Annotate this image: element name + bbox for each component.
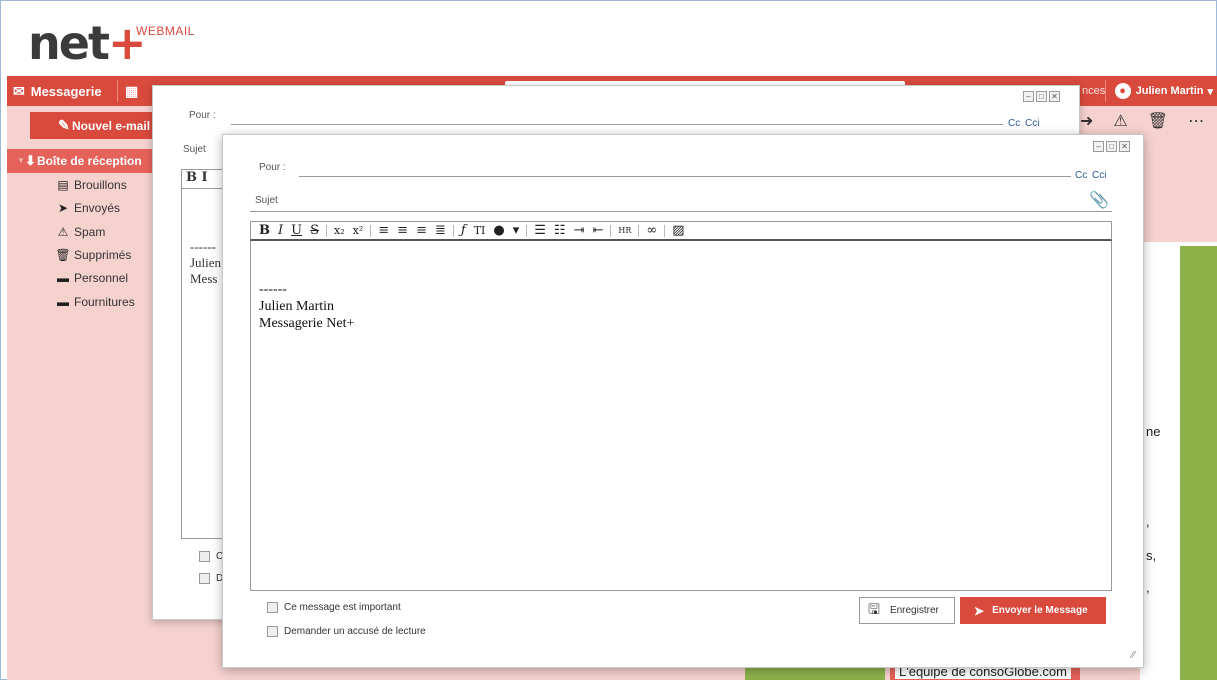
nav-preferences-link[interactable]: nces — [1082, 76, 1105, 106]
sidebar-item-inbox[interactable]: ▼ ⬇ Boîte de réception — [7, 149, 162, 173]
envelope-icon: ✉ — [13, 82, 25, 99]
minimize-icon[interactable]: – — [1093, 141, 1104, 152]
forward-icon[interactable]: ➜ — [1080, 111, 1093, 131]
numbered-list-icon[interactable]: ☷ — [554, 223, 566, 238]
subject-input[interactable] — [250, 211, 1112, 212]
text-color-icon[interactable]: ● — [493, 223, 504, 238]
superscript-icon[interactable]: x² — [353, 224, 364, 237]
folder-icon: ▬ — [57, 271, 69, 285]
align-center-icon[interactable]: ≡ — [397, 223, 408, 238]
signature-name: Julien Martin — [259, 299, 335, 314]
draft-icon: ▤ — [57, 178, 69, 192]
to-label: Pour : — [259, 162, 286, 173]
window-controls: – □ ✕ — [1093, 141, 1130, 152]
message-text-fragment: , — [1146, 514, 1150, 529]
pen-icon: ✎ — [58, 117, 70, 133]
link-icon[interactable]: ∞ — [646, 223, 657, 238]
folder-icon: ▬ — [57, 295, 69, 309]
horizontal-rule-icon[interactable]: HR — [618, 226, 631, 235]
save-icon: 🖫 — [868, 600, 880, 617]
nav-divider — [1105, 80, 1106, 102]
close-icon[interactable]: ✕ — [1119, 141, 1130, 152]
resize-handle-icon[interactable]: ⁄⁄ — [1132, 650, 1135, 661]
spam-icon[interactable]: ⚠ — [1113, 111, 1127, 131]
important-checkbox[interactable]: C — [199, 551, 223, 562]
send-icon: ➤ — [974, 603, 985, 618]
cc-link[interactable]: Cc — [1008, 118, 1020, 129]
message-text-fragment: ne — [1146, 424, 1161, 439]
inbox-icon: ⬇ — [25, 153, 36, 168]
bcc-link[interactable]: Cci — [1092, 170, 1106, 181]
window-controls: – □ ✕ — [1023, 91, 1060, 102]
newsletter-green-band — [1180, 246, 1217, 680]
logo-wordmark: net+ — [28, 16, 146, 70]
trash-icon[interactable]: 🗑 — [1148, 111, 1168, 131]
nav-tab-messagerie[interactable]: ✉ Messagerie — [13, 76, 102, 106]
sidebar-item-personnel[interactable]: ▬ Personnel — [55, 268, 128, 288]
calendar-icon: ▦ — [125, 82, 139, 99]
cc-link[interactable]: Cc — [1075, 170, 1087, 181]
read-receipt-checkbox[interactable]: D — [199, 573, 223, 584]
maximize-icon[interactable]: □ — [1106, 141, 1117, 152]
outdent-icon[interactable]: ⇤ — [592, 223, 603, 238]
message-toolbar: ➜ ⚠ 🗑 ⋯ — [1070, 108, 1214, 134]
sidebar-item-envoyes[interactable]: ➤ Envoyés — [55, 198, 120, 218]
newsletter-green-block — [745, 666, 885, 680]
trash-icon: 🗑 — [55, 248, 71, 262]
app-logo[interactable]: net+ WEBMAIL — [28, 16, 194, 70]
bcc-link[interactable]: Cci — [1025, 118, 1039, 129]
expand-triangle-icon[interactable]: ▼ — [17, 156, 25, 165]
subject-label: Sujet — [255, 195, 278, 206]
more-icon[interactable]: ⋯ — [1188, 111, 1204, 131]
to-input[interactable] — [231, 124, 1003, 125]
signature-dashes: ------ — [259, 282, 287, 297]
to-label: Pour : — [189, 110, 216, 121]
close-icon[interactable]: ✕ — [1049, 91, 1060, 102]
font-family-icon[interactable]: ƒ — [461, 223, 466, 238]
sidebar-item-fournitures[interactable]: ▬ Fournitures — [55, 292, 135, 312]
italic-icon[interactable]: I — [278, 223, 283, 238]
nav-divider — [117, 80, 118, 102]
to-input[interactable] — [299, 176, 1071, 177]
bullet-list-icon[interactable]: ☰ — [534, 223, 546, 238]
strikethrough-icon[interactable]: S — [310, 223, 319, 238]
chevron-down-icon: ▾ — [1207, 85, 1213, 98]
sent-icon: ➤ — [57, 201, 69, 215]
user-menu[interactable]: ● Julien Martin ▾ — [1114, 76, 1213, 106]
nav-tab-calendar[interactable]: ▦ — [125, 76, 138, 106]
bold-icon[interactable]: B — [259, 223, 270, 238]
subject-label: Sujet — [183, 144, 206, 155]
align-justify-icon[interactable]: ≣ — [435, 223, 446, 238]
indent-icon[interactable]: ⇥ — [574, 223, 585, 238]
message-text-fragment: , — [1146, 580, 1150, 595]
signature-app: Messagerie Net+ — [259, 316, 355, 331]
font-size-icon[interactable]: TI — [474, 224, 486, 237]
send-button[interactable]: ➤ Envoyer le Message — [960, 597, 1106, 624]
minimize-icon[interactable]: – — [1023, 91, 1034, 102]
compose-window-front[interactable]: – □ ✕ Pour : Cc Cci Sujet 📎 B I U S x₂ x… — [222, 134, 1144, 668]
new-email-button[interactable]: ✎ Nouvel e-mail — [30, 112, 170, 139]
spam-icon: ⚠ — [57, 225, 69, 239]
maximize-icon[interactable]: □ — [1036, 91, 1047, 102]
subscript-icon[interactable]: x₂ — [334, 224, 345, 237]
logo-webmail-label: WEBMAIL — [136, 24, 195, 38]
message-editor[interactable]: ------ Julien Martin Messagerie Net+ — [250, 241, 1112, 591]
sidebar-item-brouillons[interactable]: ▤ Brouillons — [55, 175, 126, 195]
read-receipt-checkbox[interactable]: Demander un accusé de lecture — [267, 626, 426, 637]
sidebar-item-supprimes[interactable]: 🗑 Supprimés — [55, 245, 131, 265]
message-text-fragment: s, — [1146, 548, 1157, 563]
save-button[interactable]: 🖫 Enregistrer — [859, 597, 955, 624]
important-checkbox[interactable]: Ce message est important — [267, 602, 401, 613]
background-color-icon[interactable]: ▾ — [513, 223, 520, 238]
paperclip-icon[interactable]: 📎 — [1089, 190, 1109, 210]
underline-icon[interactable]: U — [291, 223, 302, 238]
sidebar-item-spam[interactable]: ⚠ Spam — [55, 222, 106, 242]
image-icon[interactable]: ▨ — [672, 223, 684, 238]
message-editor[interactable]: ------ Julien Mess — [181, 189, 225, 539]
user-avatar-icon: ● — [1114, 83, 1131, 99]
align-left-icon[interactable]: ≡ — [378, 223, 389, 238]
format-toolbar: B I — [181, 169, 225, 189]
align-right-icon[interactable]: ≡ — [416, 223, 427, 238]
format-toolbar: B I U S x₂ x² ≡ ≡ ≡ ≣ ƒ TI ● ▾ ☰ ☷ ⇥ ⇤ H… — [250, 221, 1112, 241]
